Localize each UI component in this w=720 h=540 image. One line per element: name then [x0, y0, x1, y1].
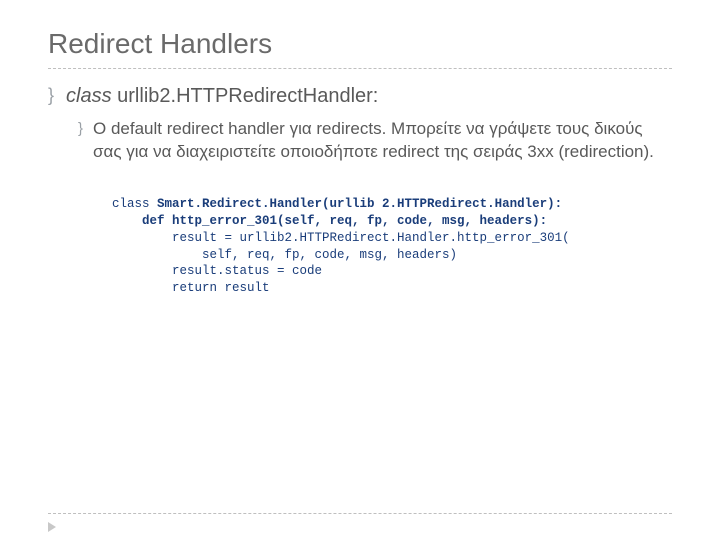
code-block: class Smart.Redirect.Handler(urllib 2.HT… — [112, 196, 672, 297]
class-keyword: class — [66, 85, 112, 107]
page-title: Redirect Handlers — [48, 28, 672, 60]
level1-text: class urllib2.HTTPRedirectHandler: — [66, 83, 378, 110]
level2-text: Ο default redirect handler για redirects… — [93, 118, 672, 164]
bullet-icon: } — [78, 118, 83, 139]
bullet-level2: } Ο default redirect handler για redirec… — [78, 118, 672, 164]
code-kw-class: class — [112, 197, 157, 211]
code-line-2: def http_error_301(self, req, fp, code, … — [112, 214, 547, 228]
arrow-icon — [48, 522, 56, 532]
code-line-5: result.status = code — [112, 264, 322, 278]
code-line-4: self, req, fp, code, msg, headers) — [112, 248, 457, 262]
bullet-icon: } — [48, 83, 54, 108]
code-line-6: return result — [112, 281, 270, 295]
code-line-3: result = urllib2.HTTPRedirect.Handler.ht… — [112, 231, 570, 245]
divider-top — [48, 68, 672, 69]
code-line-1b: Smart.Redirect.Handler(urllib 2.HTTPRedi… — [157, 197, 562, 211]
level1-rest: urllib2.HTTPRedirectHandler: — [112, 85, 379, 107]
divider-bottom — [48, 513, 672, 514]
slide: Redirect Handlers } class urllib2.HTTPRe… — [0, 0, 720, 540]
bullet-level1: } class urllib2.HTTPRedirectHandler: — [48, 83, 672, 110]
